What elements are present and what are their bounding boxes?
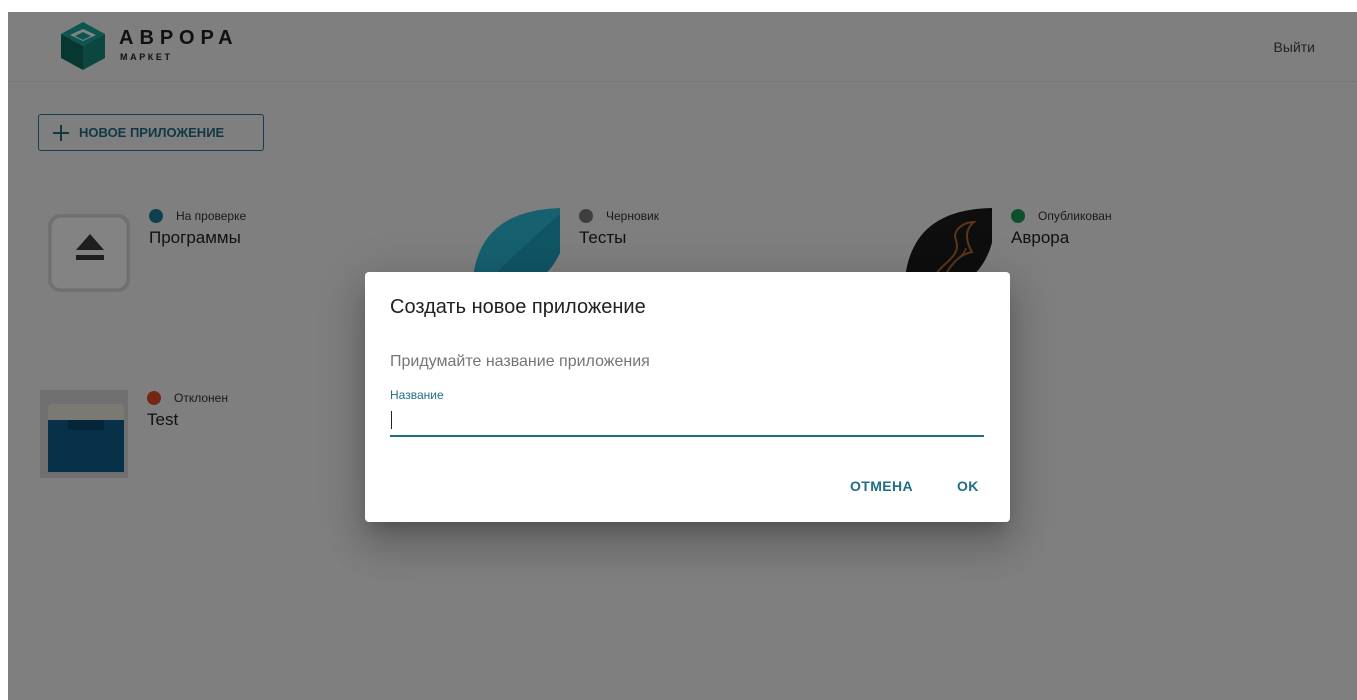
ok-button[interactable]: OK bbox=[957, 478, 979, 494]
text-caret bbox=[391, 411, 392, 429]
dialog-title: Создать новое приложение bbox=[390, 296, 646, 318]
cancel-button[interactable]: ОТМЕНА bbox=[850, 478, 913, 494]
dialog-prompt: Придумайте название приложения bbox=[390, 353, 650, 370]
create-app-dialog: Создать новое приложение Придумайте назв… bbox=[365, 272, 1010, 522]
name-input[interactable] bbox=[390, 403, 984, 437]
app-frame: АВРОРА МАРКЕТ Выйти НОВОЕ ПРИЛОЖЕНИЕ На … bbox=[8, 12, 1357, 700]
name-field-label: Название bbox=[390, 388, 444, 402]
